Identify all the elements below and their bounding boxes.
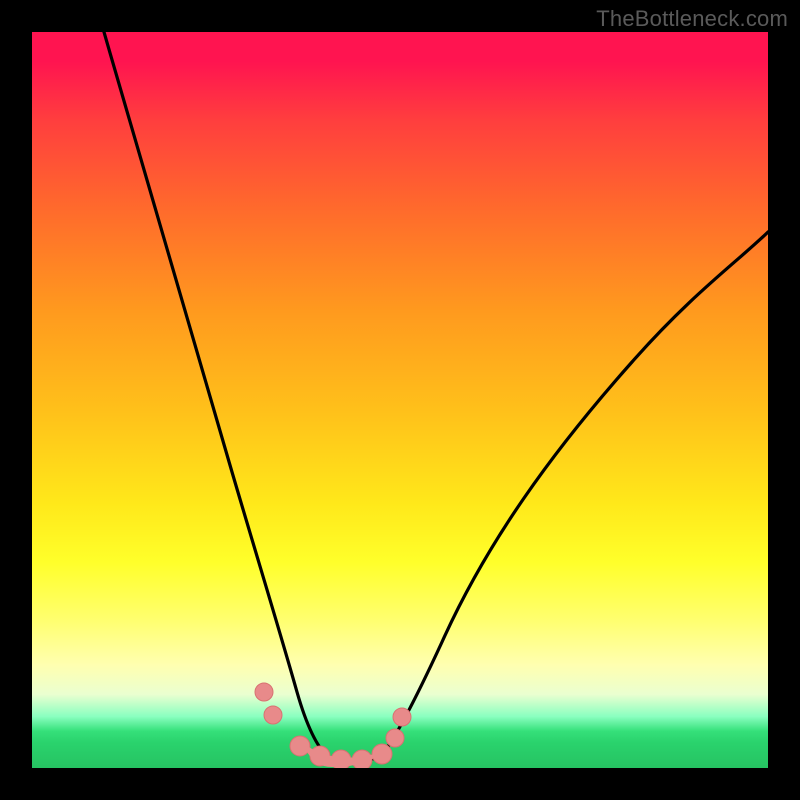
curve-right-branch: [380, 232, 768, 757]
marker-dot: [386, 729, 404, 747]
marker-dot: [310, 746, 330, 766]
marker-dot: [393, 708, 411, 726]
marker-dot: [264, 706, 282, 724]
marker-dot: [352, 750, 372, 768]
marker-dot: [331, 750, 351, 768]
marker-dot: [372, 744, 392, 764]
marker-fill: [302, 742, 382, 767]
marker-dot: [255, 683, 273, 701]
curve-left-branch: [104, 32, 328, 757]
chart-plot-area: [32, 32, 768, 768]
marker-dot: [290, 736, 310, 756]
marker-band: [255, 683, 411, 768]
watermark-text: TheBottleneck.com: [596, 6, 788, 32]
chart-svg-layer: [32, 32, 768, 768]
curve-valley-floor: [328, 757, 380, 761]
chart-frame: TheBottleneck.com: [0, 0, 800, 800]
